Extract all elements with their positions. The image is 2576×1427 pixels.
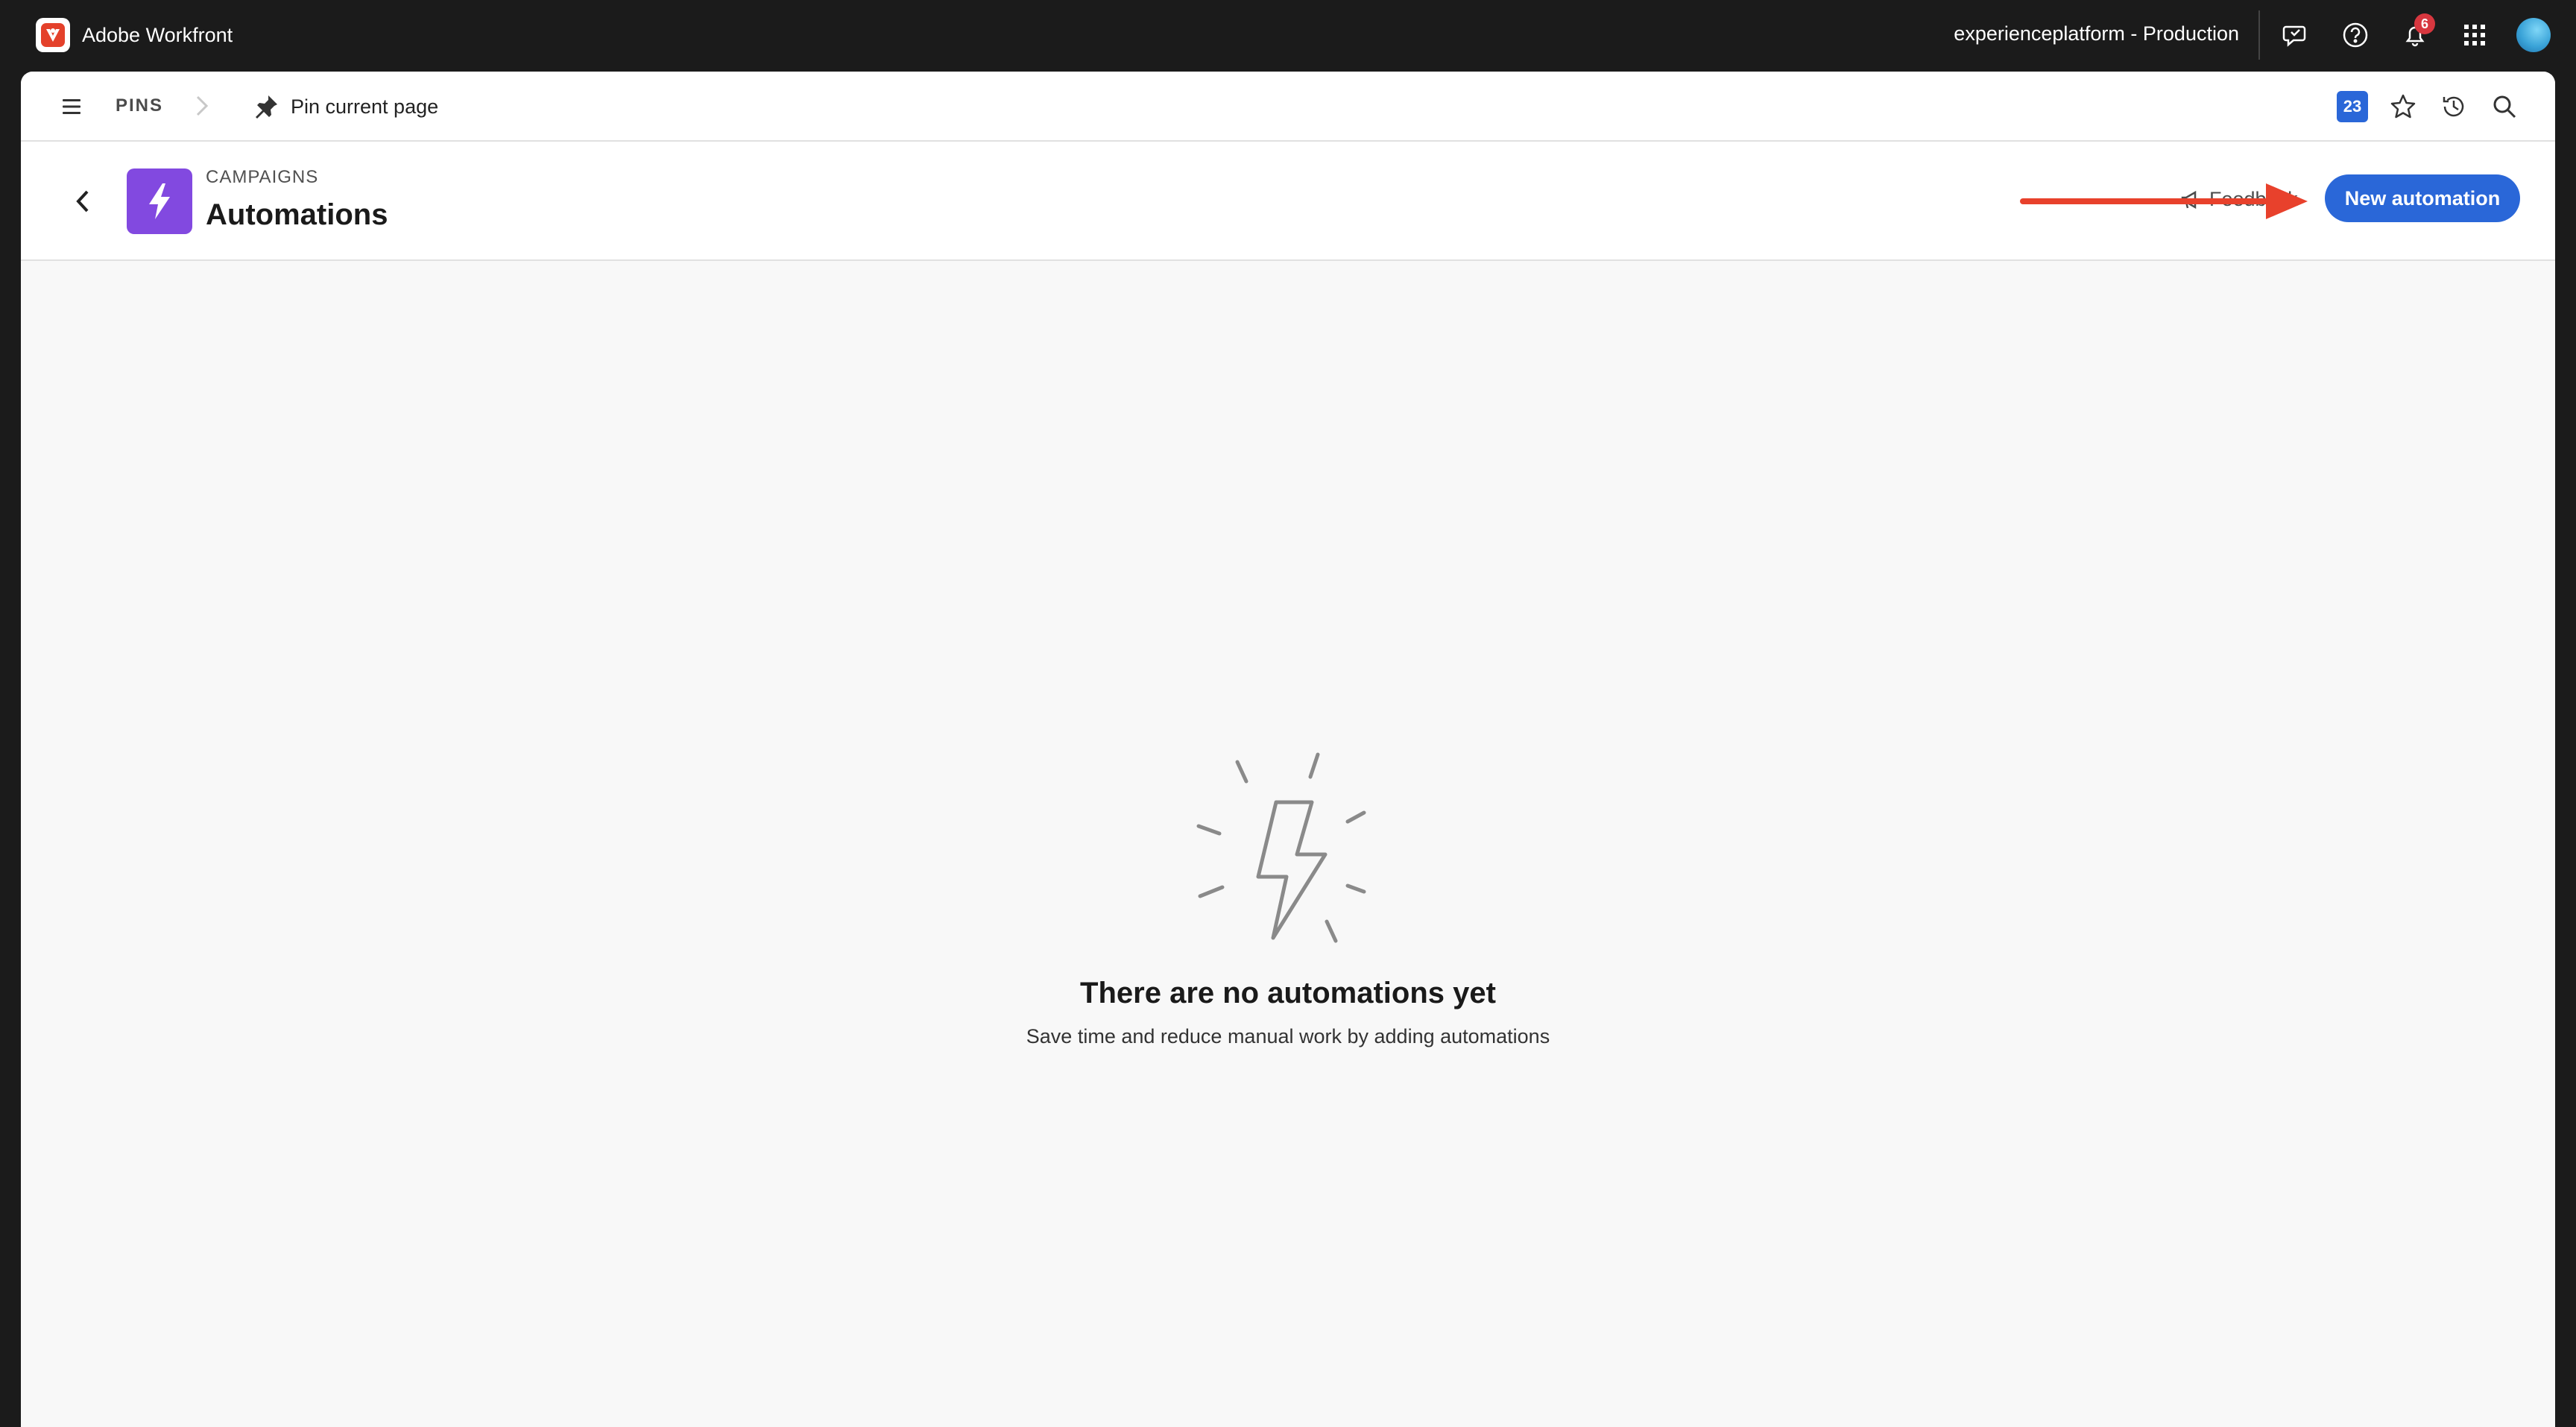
new-automation-button[interactable]: New automation <box>2325 174 2520 222</box>
feedback-chat-icon[interactable] <box>2279 18 2313 52</box>
empty-state-subtitle: Save time and reduce manual work by addi… <box>1026 1025 1550 1048</box>
help-icon[interactable] <box>2338 18 2373 52</box>
pin-current-page-button[interactable]: Pin current page <box>252 88 438 125</box>
annotation-arrow <box>2020 183 2308 219</box>
lightning-bolt-illustration-icon <box>1196 752 1366 943</box>
pin-icon <box>256 95 277 119</box>
org-name[interactable]: experienceplatform - Production <box>1954 22 2239 45</box>
notification-count-badge: 6 <box>2414 13 2435 34</box>
chevron-left-icon <box>76 190 89 212</box>
pin-current-page-label: Pin current page <box>291 95 439 118</box>
automations-app-icon <box>127 168 192 234</box>
brand[interactable]: Adobe Workfront <box>36 18 233 52</box>
app-name: Adobe Workfront <box>82 23 233 46</box>
divider <box>2258 10 2260 60</box>
adobe-workfront-logo-icon <box>36 18 70 52</box>
global-top-bar: Adobe Workfront experienceplatform - Pro… <box>0 0 2576 72</box>
main-card: PINS Pin current page 23 CAMPAIGNS Autom… <box>21 72 2555 1427</box>
history-icon[interactable] <box>2437 89 2471 124</box>
avatar[interactable] <box>2516 18 2551 52</box>
empty-state-title: There are no automations yet <box>1080 977 1496 1009</box>
pins-label[interactable]: PINS <box>116 95 163 116</box>
back-button[interactable] <box>67 185 100 218</box>
calendar-icon[interactable]: 23 <box>2335 89 2370 124</box>
breadcrumb[interactable]: CAMPAIGNS <box>206 167 318 188</box>
calendar-day: 23 <box>2337 91 2368 122</box>
page-title: Automations <box>206 198 388 231</box>
chevron-right-icon <box>196 95 209 116</box>
star-icon[interactable] <box>2386 89 2420 124</box>
menu-icon[interactable] <box>57 91 88 122</box>
search-icon[interactable] <box>2487 89 2522 124</box>
pins-bar: PINS Pin current page 23 <box>21 72 2555 142</box>
bell-icon[interactable]: 6 <box>2398 13 2435 52</box>
apps-grid-icon[interactable] <box>2457 18 2492 52</box>
